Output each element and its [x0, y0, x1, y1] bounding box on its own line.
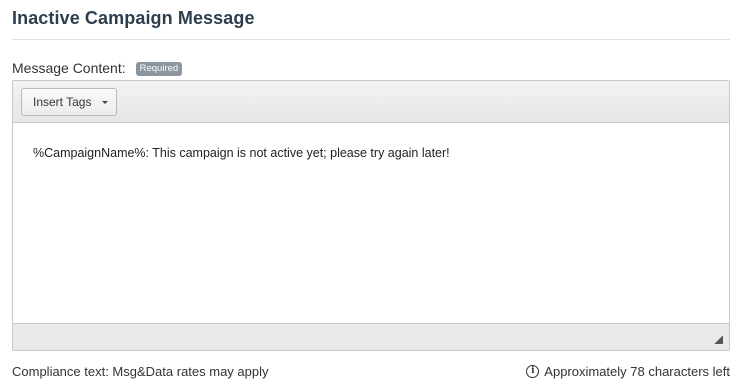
- insert-tags-button[interactable]: Insert Tags: [21, 88, 117, 116]
- compliance-text: Compliance text: Msg&Data rates may appl…: [12, 364, 269, 379]
- section-title: Inactive Campaign Message: [12, 8, 255, 28]
- message-editor: Insert Tags %CampaignName%: This campaig…: [12, 80, 730, 351]
- info-circle-icon: i: [526, 365, 540, 378]
- message-content-label-row: Message Content: Required: [12, 59, 183, 77]
- message-content-label: Message Content:: [12, 60, 126, 76]
- editor-toolbar: Insert Tags: [13, 81, 729, 123]
- character-count: i Approximately 78 characters left: [526, 364, 730, 379]
- message-content-editor[interactable]: %CampaignName%: This campaign is not act…: [13, 123, 729, 324]
- section-divider: [12, 39, 730, 40]
- resize-grip-icon[interactable]: [714, 335, 723, 344]
- message-content-text: %CampaignName%: This campaign is not act…: [33, 146, 450, 160]
- insert-tags-label: Insert Tags: [33, 95, 92, 109]
- chevron-down-icon: [102, 101, 108, 104]
- editor-statusbar: [13, 323, 729, 350]
- required-badge: Required: [135, 62, 183, 76]
- campaign-message-panel: Inactive Campaign Message Message Conten…: [0, 0, 743, 390]
- character-count-text: Approximately 78 characters left: [544, 364, 730, 379]
